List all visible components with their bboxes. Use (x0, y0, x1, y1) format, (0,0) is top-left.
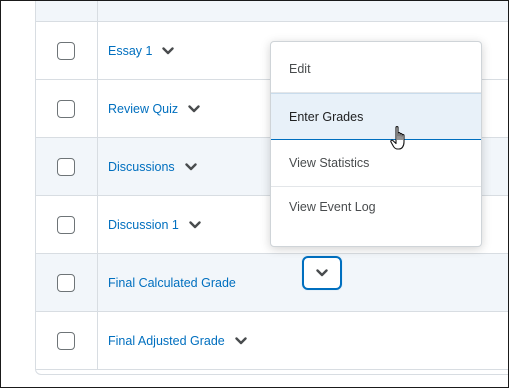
grade-item-link[interactable]: Review Quiz (108, 102, 178, 116)
chevron-down-icon[interactable] (184, 162, 197, 171)
chevron-down-icon[interactable] (162, 46, 175, 55)
gradebook-frame: Essay 1 Review Quiz Discussions Discussi… (0, 0, 509, 388)
menu-item-view-statistics[interactable]: View Statistics (271, 140, 481, 187)
checkbox-cell (36, 1, 98, 21)
grade-item: Discussion 1 (108, 196, 201, 253)
checkbox-cell (36, 254, 98, 311)
chevron-down-icon[interactable] (189, 220, 201, 229)
grade-item-link[interactable]: Discussions (108, 160, 175, 174)
menu-item-view-event-log[interactable]: View Event Log (271, 187, 481, 227)
chevron-down-icon[interactable] (188, 104, 200, 113)
grade-item-link[interactable]: Final Adjusted Grade (108, 334, 225, 348)
checkbox-cell (36, 80, 98, 137)
checkbox-cell (36, 22, 98, 79)
context-menu-button[interactable] (302, 256, 342, 290)
select-checkbox[interactable] (57, 158, 75, 176)
menu-item-label: View Statistics (289, 156, 370, 170)
checkbox-cell (36, 312, 98, 369)
select-checkbox[interactable] (57, 216, 75, 234)
grade-item: Final Adjusted Grade (108, 312, 247, 369)
select-checkbox[interactable] (57, 332, 75, 350)
menu-item-label: View Event Log (289, 200, 376, 214)
chevron-down-icon[interactable] (235, 336, 247, 345)
grade-item: Essay 1 (108, 22, 175, 79)
menu-item-label: Enter Grades (289, 109, 364, 124)
grade-item-link[interactable]: Essay 1 (108, 44, 152, 58)
checkbox-cell (36, 138, 98, 195)
select-checkbox[interactable] (57, 100, 75, 118)
table-row (36, 1, 508, 22)
grade-item-link[interactable]: Discussion 1 (108, 218, 179, 232)
checkbox-cell (36, 196, 98, 253)
select-checkbox[interactable] (57, 274, 75, 292)
menu-item-label: Edit (289, 62, 311, 76)
chevron-down-icon (316, 264, 328, 282)
grade-item: Final Calculated Grade (108, 254, 236, 311)
grade-item: Discussions (108, 138, 197, 195)
context-menu: Edit Enter Grades View Statistics View E… (270, 41, 482, 247)
menu-item-enter-grades[interactable]: Enter Grades (271, 93, 481, 140)
grade-item-link[interactable]: Final Calculated Grade (108, 276, 236, 290)
table-row: Final Adjusted Grade (36, 312, 508, 370)
grade-item: Review Quiz (108, 80, 200, 137)
table-row: Final Calculated Grade (36, 254, 508, 312)
menu-item-edit[interactable]: Edit (271, 46, 481, 93)
select-checkbox[interactable] (57, 42, 75, 60)
hand-pointer-icon (390, 125, 410, 156)
